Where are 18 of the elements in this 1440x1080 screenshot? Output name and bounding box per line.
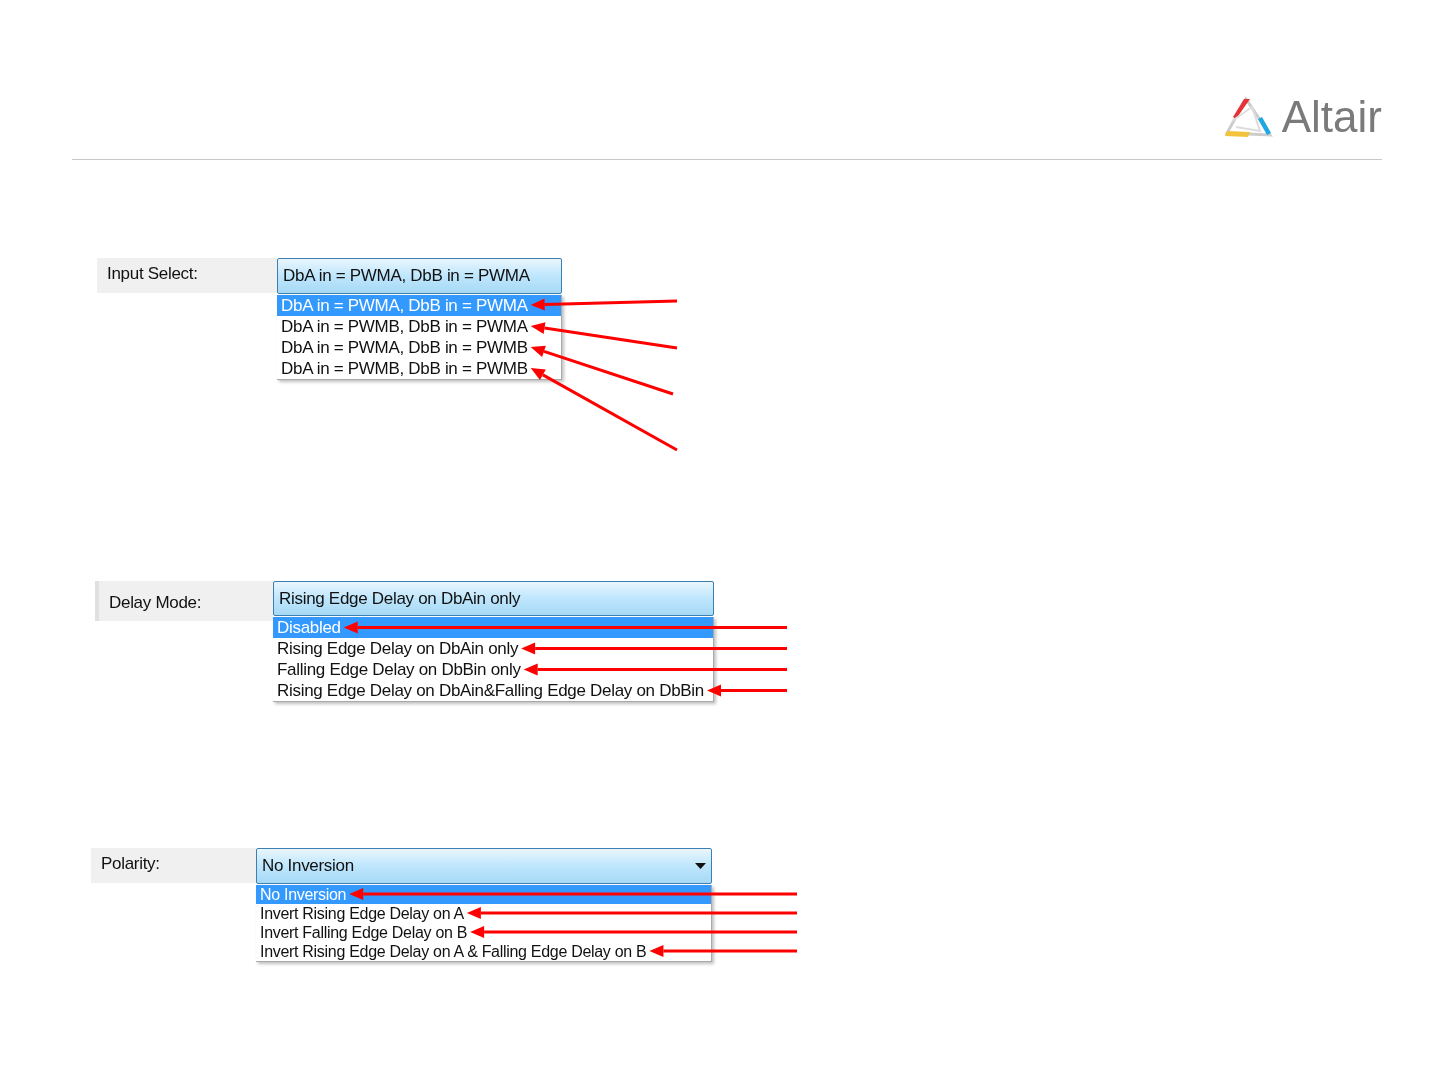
dropdown-option[interactable]: DbA in = PWMA, DbB in = PWMB [277, 336, 561, 358]
dropdown-select[interactable]: No Inversion [256, 848, 712, 884]
field-label: Delay Mode: [95, 580, 273, 621]
field-label: Polarity: [91, 848, 256, 883]
dropdown-option[interactable]: Rising Edge Delay on DbAin&Falling Edge Delay on DbBin [273, 680, 713, 701]
dropdown-option[interactable]: DbA in = PWMB, DbB in = PWMA [277, 315, 561, 337]
dropdown-option[interactable]: Falling Edge Delay on DbBin only [273, 659, 713, 680]
dropdown-option[interactable]: Rising Edge Delay on DbAin only [273, 638, 713, 659]
logo-text: Altair [1281, 95, 1382, 139]
field-label: Input Select: [97, 258, 277, 293]
dropdown-option[interactable]: DbA in = PWMB, DbB in = PWMB [277, 357, 561, 379]
logo-icon [1223, 97, 1274, 139]
dropdown-select[interactable]: DbA in = PWMA, DbB in = PWMA [277, 258, 562, 294]
dropdown-option[interactable]: Invert Rising Edge Delay on A [256, 903, 711, 923]
dropdown-option[interactable]: Invert Rising Edge Delay on A & Falling Edge Delay on B [256, 941, 711, 961]
dropdown-select[interactable]: Rising Edge Delay on DbAin only [273, 580, 714, 616]
caret-icon [695, 862, 706, 869]
dropdown-option[interactable]: Invert Falling Edge Delay on B [256, 922, 711, 942]
